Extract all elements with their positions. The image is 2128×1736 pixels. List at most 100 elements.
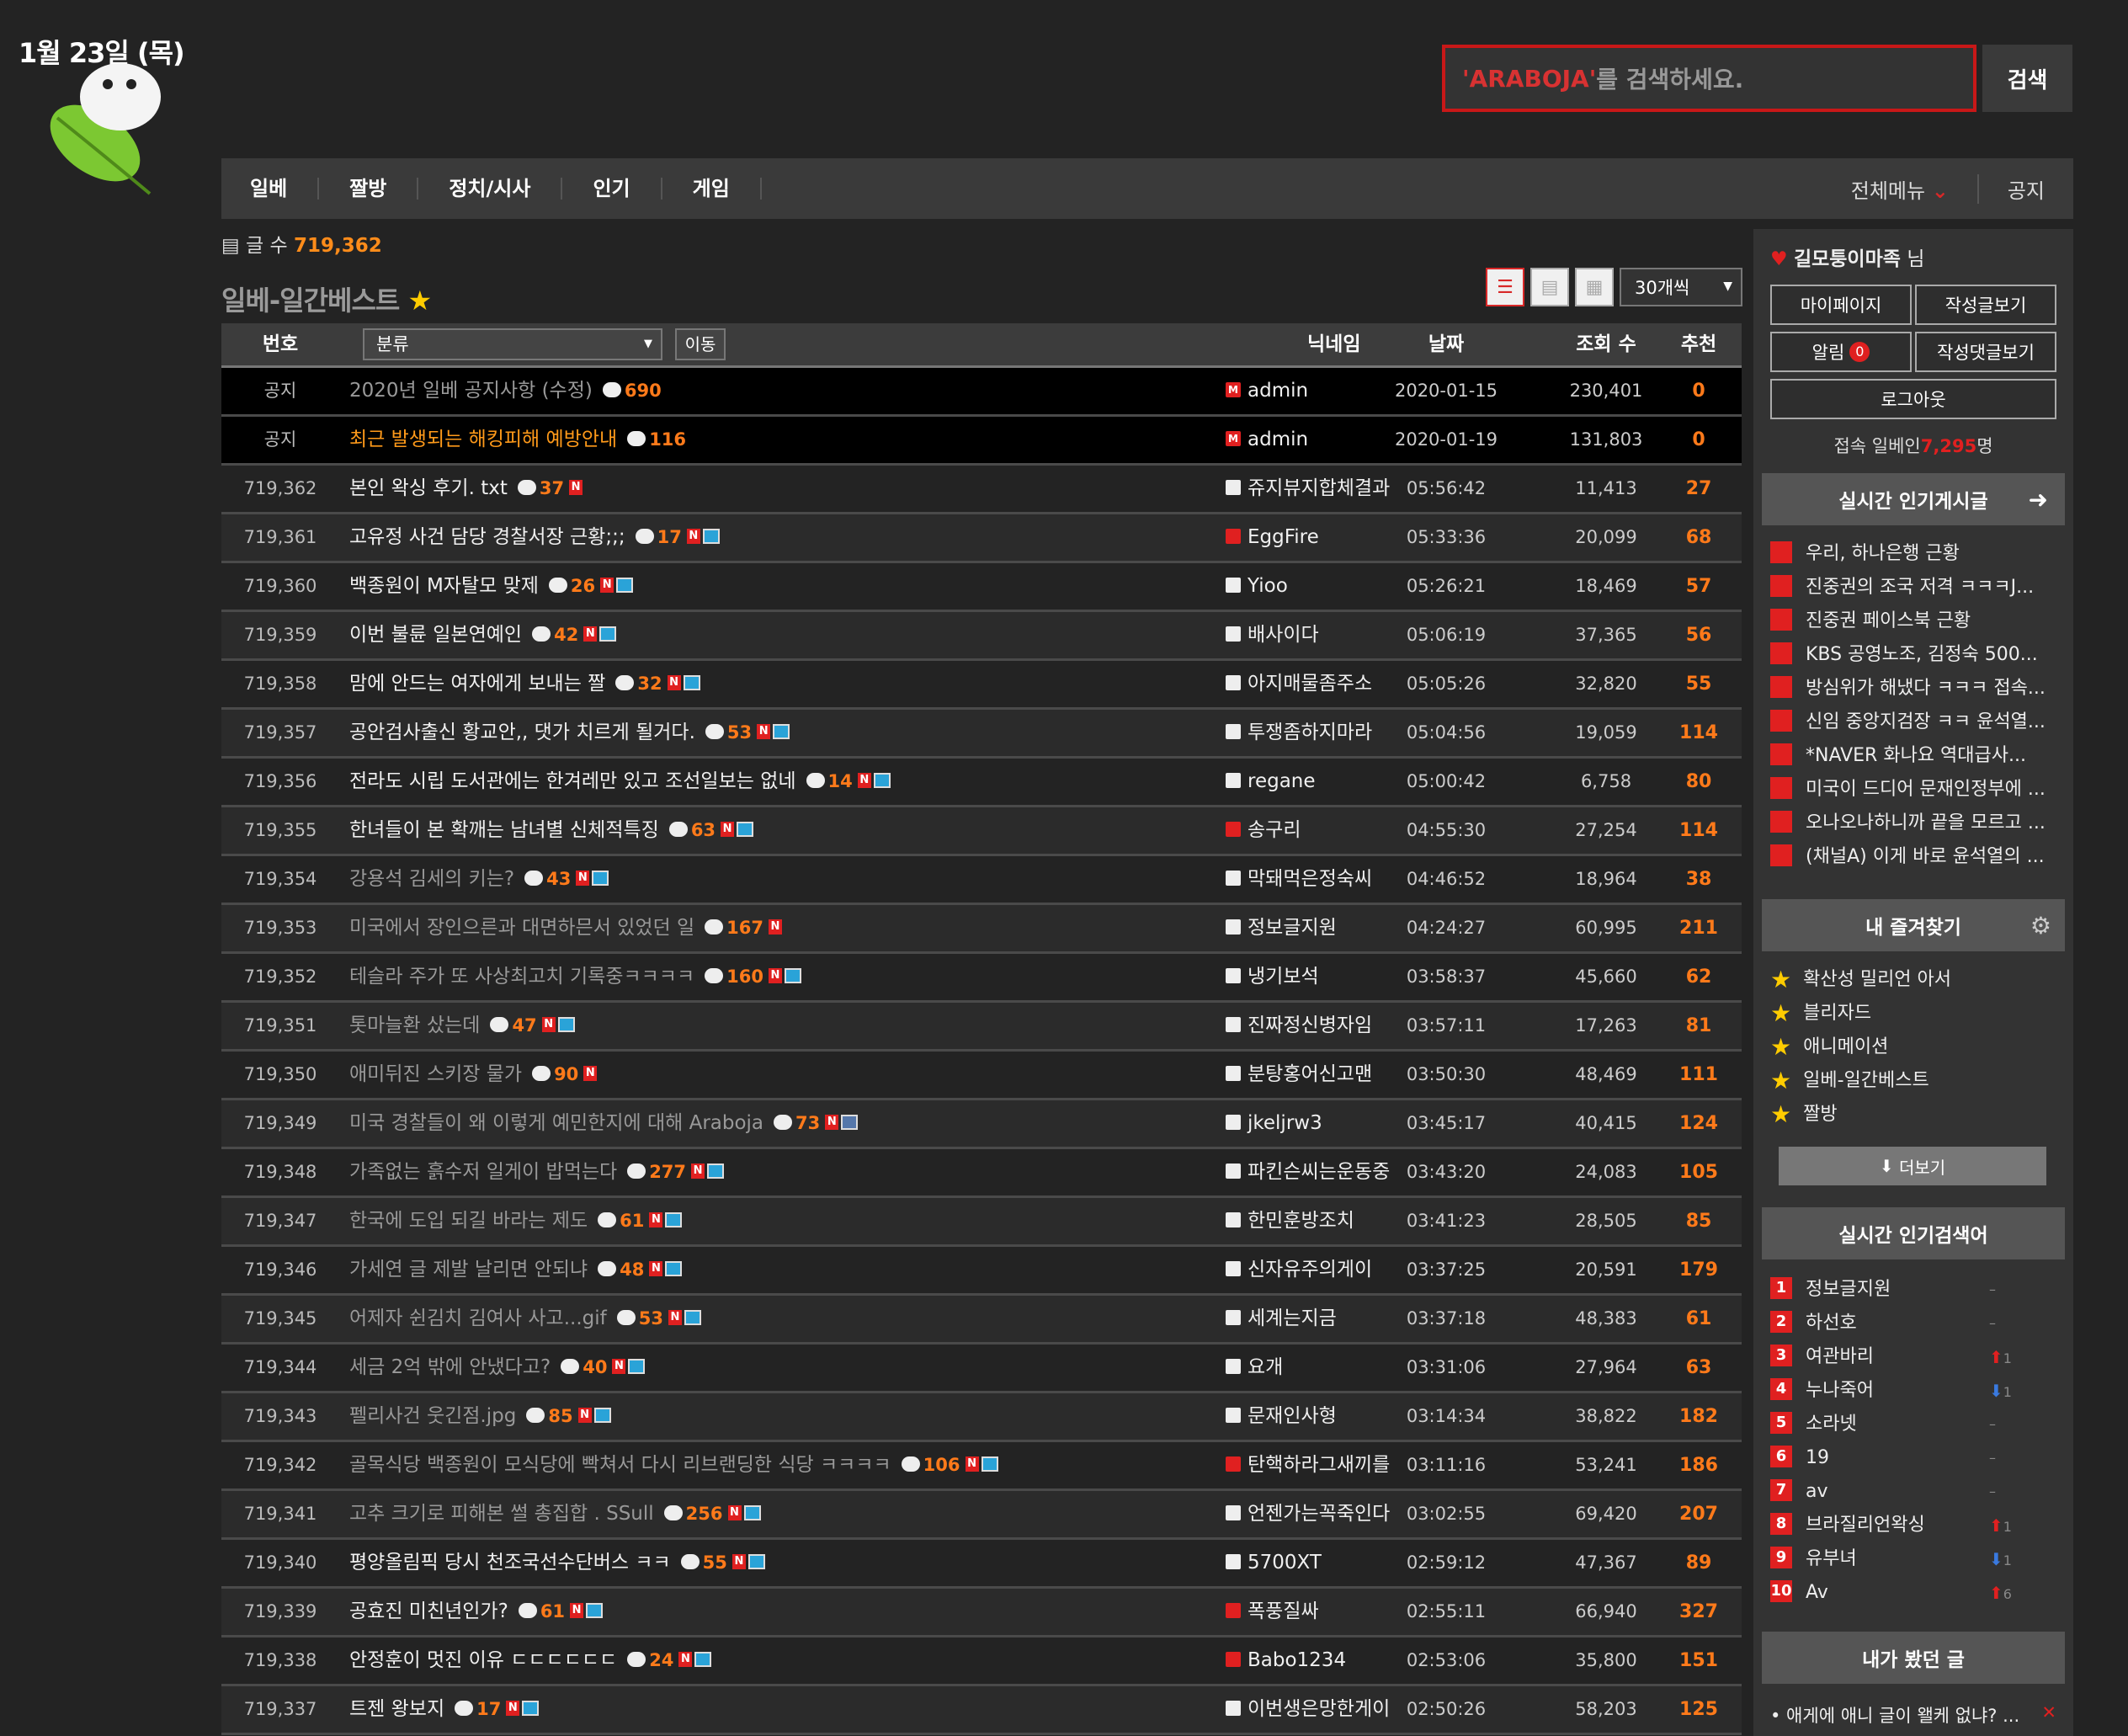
author-nickname[interactable]: Babo1234 [1248,1649,1346,1671]
author-cell[interactable]: Babo1234 [1226,1637,1346,1684]
author-cell[interactable]: 문재인사형 [1226,1393,1337,1440]
nav-item-popular[interactable]: 인기 [562,178,662,200]
author-nickname[interactable]: 세계는지금 [1248,1307,1337,1329]
search-input[interactable]: 'ARABOJA' 를 검색하세요. [1442,45,1976,112]
comment-count[interactable]: 47 [490,1015,537,1036]
nav-item-game[interactable]: 게임 [662,178,762,200]
author-cell[interactable]: Yioo [1226,563,1288,610]
comment-count[interactable]: 690 [602,381,662,401]
post-title-link[interactable]: 미국 경찰들이 왜 이렇게 예민한지에 대해 Araboja [349,1112,763,1134]
table-row[interactable]: 719,358 맘에 안드는 여자에게 보내는 짤 32 N 아지매물좀주소 05:05:… [221,661,1742,710]
post-title-link[interactable]: 이번 불륜 일본연예인 [349,624,522,646]
popular-search-item[interactable]: 8 브라질리언왁싱 ⬆1 [1770,1509,2056,1542]
post-title-link[interactable]: 테슬라 주가 또 사상최고치 기록중ㅋㅋㅋㅋ [349,966,694,988]
table-row[interactable]: 719,347 한국에 도입 되길 바라는 제도 61 N 한민훈방조치 03:41:23… [221,1198,1742,1247]
comment-count[interactable]: 48 [598,1259,644,1280]
list-view-button[interactable]: ☰ [1486,268,1524,306]
comment-count[interactable]: 90 [532,1064,578,1084]
table-row[interactable]: 공지 최근 발생되는 해킹피해 예방안내 116 Madmin 2020-01-19 13… [221,417,1742,466]
post-title-link[interactable]: 어제자 쉰김치 김여사 사고...gif [349,1307,607,1329]
author-nickname[interactable]: EggFire [1248,526,1319,548]
realtime-popular-item[interactable]: 진중권의 조국 저격 ㅋㅋㅋJ... [1770,571,2056,604]
comment-count[interactable]: 73 [774,1113,820,1133]
table-row[interactable]: 719,351 톳마늘환 샀는데 47 N 진짜정신병자임 03:57:11 17,263 8… [221,1003,1742,1052]
table-row[interactable]: 719,350 애미뒤진 스키장 물가 90 N 분탕홍어신고맨 03:50:30 48,4… [221,1052,1742,1100]
post-title-link[interactable]: 전라도 시립 도서관에는 한겨레만 있고 조선일보는 없네 [349,770,796,792]
post-title-link[interactable]: 2020년 일베 공지사항 (수정) [349,380,593,402]
comment-count[interactable]: 256 [663,1504,723,1524]
post-title-link[interactable]: 공안검사출신 황교안,, 댓가 치르게 될거다. [349,722,695,743]
table-row[interactable]: 719,343 펠리사건 웃긴점.jpg 85 N 문재인사형 03:14:34 38,82… [221,1393,1742,1442]
my-comments-button[interactable]: 작성댓글보기 [1915,332,2056,372]
author-cell[interactable]: EggFire [1226,514,1319,561]
post-title-link[interactable]: 골목식당 백종원이 모식당에 빡쳐서 다시 리브랜딩한 식당 ㅋㅋㅋㅋ [349,1454,891,1476]
author-nickname[interactable]: Yioo [1248,575,1288,597]
favorite-item[interactable]: ★ 확산성 밀리언 아서 [1770,963,2056,997]
popular-search-item[interactable]: 5 소라넷 – [1770,1408,2056,1441]
table-row[interactable]: 719,345 어제자 쉰김치 김여사 사고...gif 53 N 세계는지금 03:37… [221,1296,1742,1345]
mascot-logo[interactable] [24,51,175,202]
author-nickname[interactable]: 냉기보석 [1248,966,1319,988]
table-row[interactable]: 719,362 본인 왁싱 후기. txt 37 N 쥬지뷰지합체결과 05:56:42 1… [221,466,1742,514]
realtime-popular-header[interactable]: 실시간 인기게시글 ➜ [1762,473,2065,525]
table-row[interactable]: 719,340 평양올림픽 당시 천조국선수단버스 ㅋㅋ 55 N 5700XT 02:5… [221,1540,1742,1589]
post-title-link[interactable]: 공효진 미친년인가? [349,1600,508,1622]
table-row[interactable]: 719,353 미국에서 장인으른과 대면하믄서 있었던 일 167 N 정보글지원 04… [221,905,1742,954]
comment-count[interactable]: 277 [627,1162,686,1182]
comment-count[interactable]: 53 [705,722,752,743]
realtime-popular-item[interactable]: (채널A) 이게 바로 윤석열의 ... [1770,840,2056,874]
comment-count[interactable]: 53 [616,1308,663,1329]
post-title-link[interactable]: 미국에서 장인으른과 대면하믄서 있었던 일 [349,917,694,939]
mypage-button[interactable]: 마이페이지 [1770,285,1912,325]
post-title-link[interactable]: 트젠 왕보지 [349,1698,444,1720]
popular-search-item[interactable]: 1 정보글지원 – [1770,1273,2056,1307]
table-row[interactable]: 719,341 고추 크기로 피해본 썰 총집합 . SSull 256 N 언젠가는꼭… [221,1491,1742,1540]
table-row[interactable]: 719,339 공효진 미친년인가? 61 N 폭풍질싸 02:55:11 66,940 32… [221,1589,1742,1637]
logout-button[interactable]: 로그아웃 [1770,379,2056,419]
search-button[interactable]: 검색 [1982,45,2072,112]
post-title-link[interactable]: 애미뒤진 스키장 물가 [349,1063,522,1085]
table-row[interactable]: 719,357 공안검사출신 황교안,, 댓가 치르게 될거다. 53 N 투쟁좀하지마… [221,710,1742,759]
comment-count[interactable]: 24 [627,1650,673,1670]
post-title-link[interactable]: 가족없는 흙수저 일게이 밥먹는다 [349,1161,617,1183]
post-title-link[interactable]: 안정훈이 멋진 이유 ㄷㄷㄷㄷㄷㄷ [349,1649,617,1671]
comment-count[interactable]: 43 [524,869,571,889]
all-menu-button[interactable]: 전체메뉴 ⌄ [1822,173,1979,204]
post-title-link[interactable]: 본인 왁싱 후기. txt [349,477,508,499]
author-cell[interactable]: 세계는지금 [1226,1296,1337,1342]
author-cell[interactable]: 폭풍질싸 [1226,1589,1319,1635]
nav-item-jjalbang[interactable]: 짤방 [319,178,419,200]
author-cell[interactable]: Madmin [1226,368,1308,414]
post-title-link[interactable]: 백종원이 M자탈모 맞제 [349,575,539,597]
table-row[interactable]: 719,349 미국 경찰들이 왜 이렇게 예민한지에 대해 Araboja 73 N… [221,1100,1742,1149]
table-row[interactable]: 719,354 강용석 김세의 키는? 43 N 막돼먹은정숙씨 04:46:52 18,9… [221,856,1742,905]
comment-count[interactable]: 160 [705,967,763,987]
comment-count[interactable]: 55 [680,1552,727,1573]
post-title-link[interactable]: 최근 발생되는 해킹피해 예방안내 [349,429,617,450]
favorite-item[interactable]: ★ 애니메이션 [1770,1030,2056,1064]
nav-item-politics[interactable]: 정치/시사 [418,178,563,200]
table-row[interactable]: 719,348 가족없는 흙수저 일게이 밥먹는다 277 N 파킨슨씨는운동중 03:4… [221,1149,1742,1198]
comment-count[interactable]: 42 [532,625,578,645]
table-row[interactable]: 719,355 한녀들이 본 확깨는 남녀별 신체적특징 63 N 송구리 04:55:3… [221,807,1742,856]
post-title-link[interactable]: 한국에 도입 되길 바라는 제도 [349,1210,588,1232]
comment-count[interactable]: 14 [806,771,853,791]
table-row[interactable]: 719,342 골목식당 백종원이 모식당에 빡쳐서 다시 리브랜딩한 식당 ㅋㅋ… [221,1442,1742,1491]
popular-search-item[interactable]: 2 하선호 – [1770,1307,2056,1340]
author-nickname[interactable]: 한민훈방조치 [1248,1210,1354,1232]
table-row[interactable]: 719,352 테슬라 주가 또 사상최고치 기록중ㅋㅋㅋㅋ 160 N 냉기보석 03:… [221,954,1742,1003]
author-nickname[interactable]: 5700XT [1248,1552,1322,1574]
author-nickname[interactable]: admin [1248,429,1308,450]
viewed-post-item[interactable]: • 애게에 애니 글이 왤케 없냐? ... ✕ [1770,1702,2056,1728]
popular-search-item[interactable]: 6 19 – [1770,1441,2056,1475]
per-page-select[interactable]: 30개씩 ▼ [1620,268,1742,306]
popular-search-item[interactable]: 7 av – [1770,1475,2056,1509]
comment-count[interactable]: 26 [548,576,595,596]
comment-count[interactable]: 37 [517,478,564,498]
popular-search-item[interactable]: 3 여관바리 ⬆1 [1770,1340,2056,1374]
realtime-popular-item[interactable]: *NAVER 화나요 역대급사... [1770,739,2056,773]
comment-count[interactable]: 63 [668,820,716,840]
author-nickname[interactable]: 정보글지원 [1248,917,1337,939]
table-row[interactable]: 719,361 고유정 사건 담당 경찰서장 근황;;; 17 N EggFire 05:… [221,514,1742,563]
comment-count[interactable]: 61 [598,1211,644,1231]
